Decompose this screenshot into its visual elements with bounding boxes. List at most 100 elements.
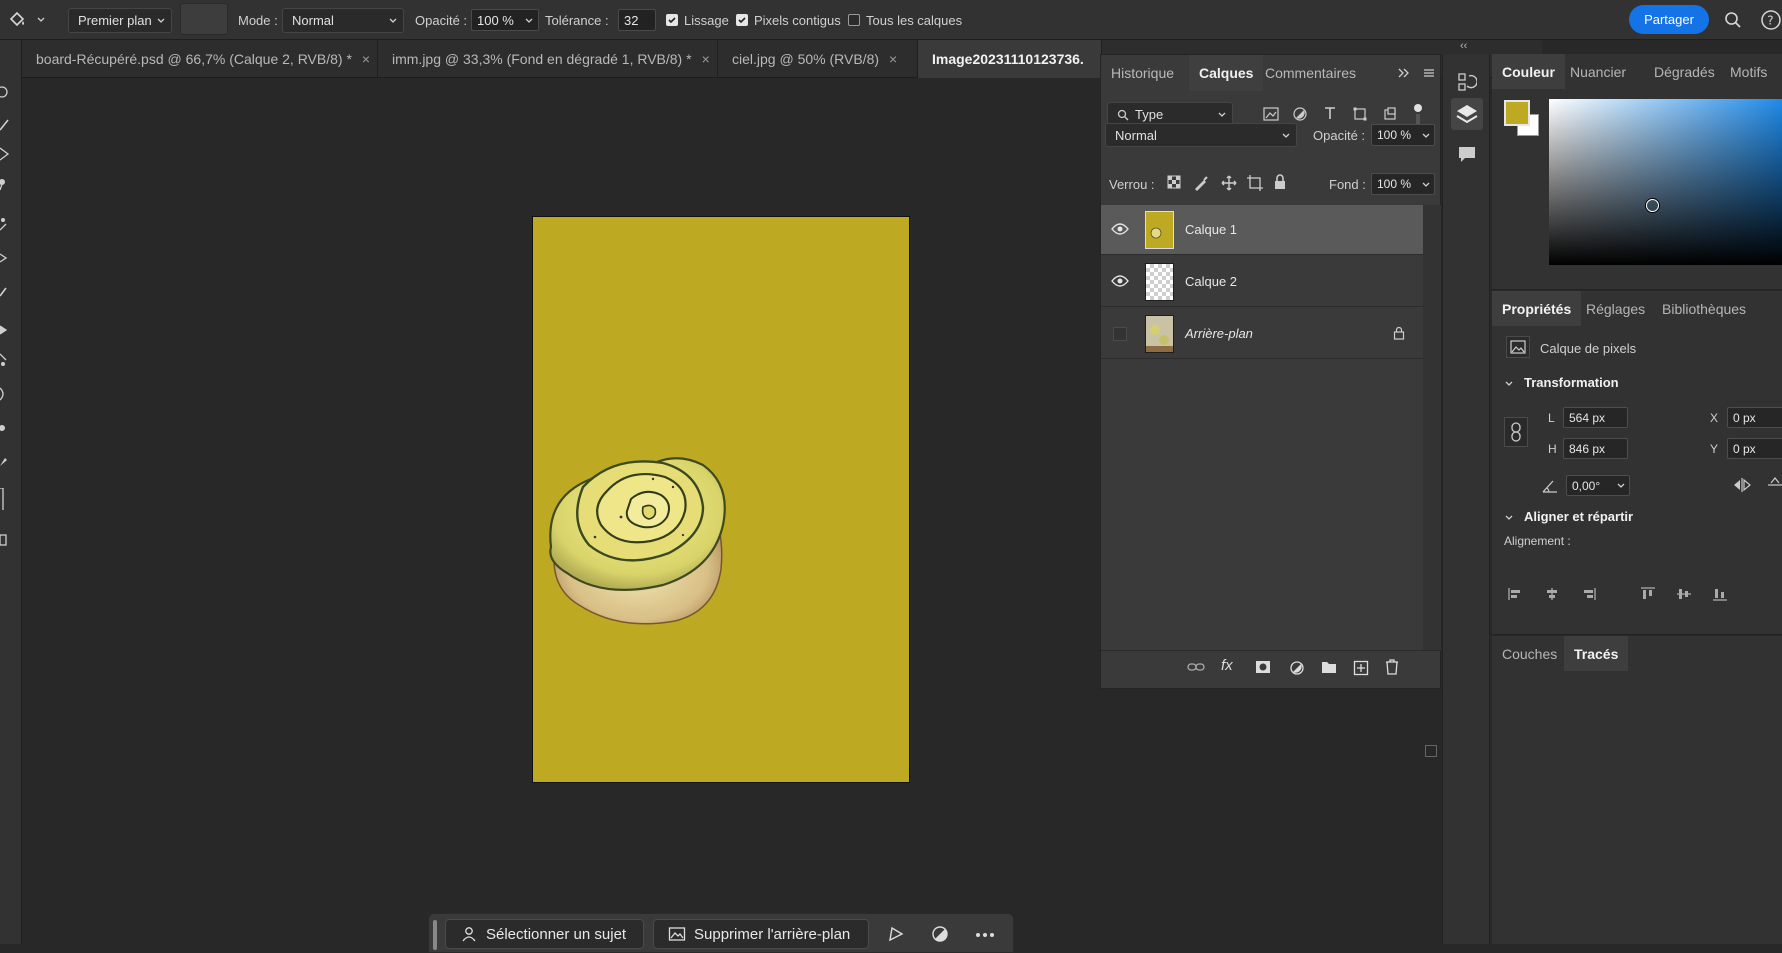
close-icon[interactable]: × — [362, 51, 370, 67]
link-proportions-icon[interactable] — [1504, 417, 1528, 447]
tab-patterns[interactable]: Motifs — [1720, 54, 1777, 89]
type-filter-icon[interactable] — [1323, 106, 1337, 120]
search-icon[interactable] — [1724, 0, 1742, 40]
layer-row-calque-2[interactable]: Calque 2 — [1101, 257, 1423, 307]
document-tab[interactable]: board-Récupéré.psd @ 66,7% (Calque 2, RV… — [22, 40, 378, 78]
color-picker-cursor[interactable] — [1646, 199, 1659, 212]
fill-source-select[interactable]: Premier plan — [68, 8, 172, 33]
contiguous-checkbox[interactable]: Pixels contigus — [736, 0, 841, 40]
tab-color[interactable]: Couleur — [1492, 54, 1565, 89]
lock-all-icon[interactable] — [1273, 174, 1287, 190]
tab-layers[interactable]: Calques — [1189, 55, 1264, 91]
help-icon[interactable]: ? — [1760, 0, 1782, 40]
document-canvas[interactable] — [532, 216, 910, 783]
healing-tool-icon[interactable] — [0, 216, 10, 232]
align-top-icon[interactable] — [1640, 587, 1656, 601]
angle-input[interactable]: 0,00° — [1566, 475, 1630, 496]
fx-icon[interactable]: fx — [1221, 657, 1233, 674]
pixel-filter-icon[interactable] — [1263, 107, 1279, 121]
lasso-tool-icon[interactable] — [0, 84, 10, 100]
select-subject-button[interactable]: Sélectionner un sujet — [445, 919, 644, 949]
comments-panel-icon[interactable] — [1457, 144, 1477, 164]
close-icon[interactable]: × — [889, 51, 897, 67]
smoothing-checkbox[interactable]: Lissage — [666, 0, 729, 40]
tab-comments[interactable]: Commentaires — [1255, 55, 1366, 91]
pen-tool-icon[interactable] — [0, 452, 10, 468]
align-center-h-icon[interactable] — [1544, 587, 1560, 601]
collapse-icon[interactable]: ‹‹ — [1460, 40, 1467, 52]
chevron-down-icon[interactable] — [1504, 379, 1514, 389]
double-chevron-right-icon[interactable] — [1397, 67, 1411, 79]
layer-row-calque-1[interactable]: Calque 1 — [1101, 205, 1423, 255]
layer-row-arriere-plan[interactable]: Arrière-plan — [1101, 309, 1423, 359]
eyedropper-tool-icon[interactable] — [0, 176, 10, 192]
remove-background-button[interactable]: Supprimer l'arrière-plan — [653, 919, 869, 949]
width-input[interactable]: 564 px — [1563, 407, 1628, 428]
new-layer-icon[interactable] — [1353, 660, 1369, 676]
crop-tool-icon[interactable] — [0, 146, 10, 162]
gradient-tool-icon[interactable] — [0, 352, 10, 368]
close-icon[interactable]: × — [702, 51, 710, 67]
more-options-icon[interactable] — [975, 932, 995, 938]
shape-tool-icon[interactable] — [0, 532, 10, 548]
tab-adjustments[interactable]: Réglages — [1576, 291, 1655, 326]
blend-mode-select[interactable]: Normal — [1105, 123, 1297, 147]
tool-preset-chevron-icon[interactable] — [36, 0, 46, 40]
tab-channels[interactable]: Couches — [1492, 636, 1567, 671]
paint-bucket-tool-icon[interactable] — [6, 0, 28, 40]
type-tool-icon[interactable] — [0, 488, 10, 510]
brush-tool-icon[interactable] — [0, 116, 10, 132]
eraser-tool-icon[interactable] — [0, 320, 10, 336]
visibility-toggle-off[interactable] — [1113, 327, 1127, 341]
scroll-thumb[interactable] — [1425, 745, 1437, 757]
layer-opacity-input[interactable]: 100 % — [1371, 124, 1435, 146]
adjustment-filter-icon[interactable] — [1293, 107, 1307, 121]
document-tab-active[interactable]: Image20231110123736. — [918, 40, 1102, 78]
flip-vertical-icon[interactable] — [1768, 477, 1782, 493]
tab-properties[interactable]: Propriétés — [1492, 291, 1582, 326]
tab-paths[interactable]: Tracés — [1564, 636, 1629, 671]
tab-gradients[interactable]: Dégradés — [1644, 54, 1725, 89]
align-bottom-icon[interactable] — [1712, 587, 1728, 601]
x-input[interactable]: 0 px — [1727, 407, 1782, 428]
eye-icon[interactable] — [1111, 223, 1129, 235]
history-brush-tool-icon[interactable] — [0, 284, 10, 300]
document-tab[interactable]: ciel.jpg @ 50% (RVB/8) × — [718, 40, 918, 78]
eye-icon[interactable] — [1111, 275, 1129, 287]
chevron-down-icon[interactable] — [1504, 513, 1514, 523]
pattern-picker[interactable] — [180, 3, 228, 35]
align-middle-v-icon[interactable] — [1676, 587, 1692, 601]
drag-handle[interactable] — [433, 920, 437, 950]
transform-icon[interactable] — [887, 925, 905, 943]
clone-tool-icon[interactable] — [0, 250, 10, 266]
mode-select[interactable]: Normal — [282, 8, 404, 33]
link-layers-icon[interactable] — [1187, 661, 1205, 673]
blur-tool-icon[interactable] — [0, 386, 10, 402]
flip-horizontal-icon[interactable] — [1732, 477, 1752, 493]
lock-pixels-icon[interactable] — [1193, 175, 1209, 191]
tab-libraries[interactable]: Bibliothèques — [1652, 291, 1756, 326]
share-button[interactable]: Partager — [1629, 5, 1709, 34]
dodge-tool-icon[interactable] — [0, 420, 10, 436]
align-right-icon[interactable] — [1580, 587, 1596, 601]
document-tab[interactable]: imm.jpg @ 33,3% (Fond en dégradé 1, RVB/… — [378, 40, 718, 78]
layer-mask-icon[interactable] — [1255, 660, 1271, 674]
lock-transparency-icon[interactable] — [1167, 175, 1181, 189]
lock-position-icon[interactable] — [1221, 175, 1237, 191]
height-input[interactable]: 846 px — [1563, 438, 1628, 459]
opacity-input[interactable]: 100 % — [471, 9, 539, 31]
layer-list-scrollbar[interactable] — [1423, 205, 1441, 757]
folder-icon[interactable] — [1321, 660, 1337, 674]
history-panel-icon[interactable] — [1457, 72, 1477, 92]
lock-artboard-icon[interactable] — [1247, 175, 1263, 191]
panel-menu-icon[interactable] — [1423, 67, 1435, 79]
shape-filter-icon[interactable] — [1353, 107, 1367, 121]
layers-panel-icon[interactable] — [1451, 98, 1483, 130]
y-input[interactable]: 0 px — [1727, 438, 1782, 459]
adjustment-layer-icon[interactable] — [1289, 660, 1305, 676]
all-layers-checkbox[interactable]: Tous les calques — [848, 0, 962, 40]
align-left-icon[interactable] — [1508, 587, 1524, 601]
foreground-color-swatch[interactable] — [1504, 100, 1530, 126]
trash-icon[interactable] — [1385, 659, 1399, 675]
filter-toggle[interactable] — [1413, 103, 1423, 125]
